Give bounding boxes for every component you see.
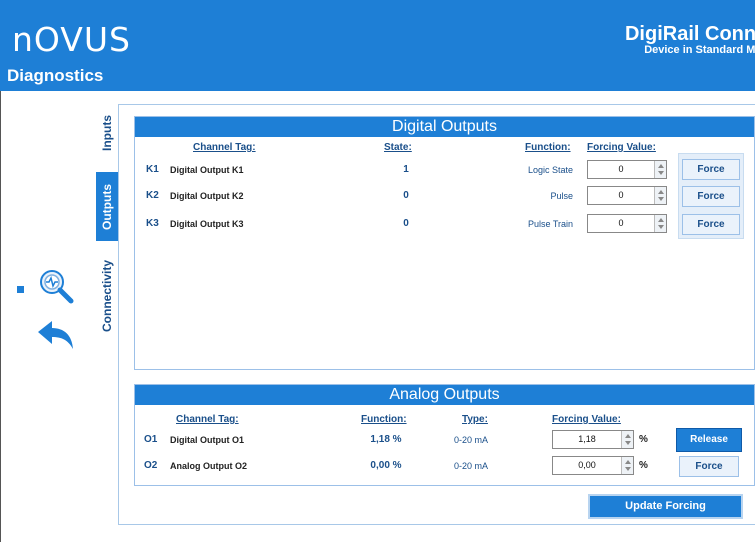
- channel-id: K3: [146, 218, 159, 229]
- header-function: Function:: [361, 414, 407, 425]
- channel-tag: Digital Output K2: [170, 191, 244, 201]
- analog-outputs-title: Analog Outputs: [135, 385, 754, 405]
- function-value: Pulse: [550, 191, 573, 201]
- forcing-value-spinner[interactable]: 1,18: [552, 430, 634, 449]
- back-arrow-icon[interactable]: [36, 319, 76, 351]
- page-title: Diagnostics: [7, 66, 104, 85]
- novus-logo: nOVUS: [12, 20, 131, 59]
- tab-outputs-label: Outputs: [100, 183, 114, 230]
- header-state: State:: [384, 142, 412, 153]
- channel-id: O2: [144, 460, 158, 471]
- type-value: 0-20 mA: [453, 435, 488, 445]
- state-value: 0: [403, 218, 409, 229]
- spinner-arrows-icon[interactable]: [654, 187, 666, 204]
- channel-tag: Digital Output K1: [170, 165, 244, 175]
- digital-outputs-group: Digital Outputs: [134, 116, 755, 370]
- function-value: Logic State: [527, 165, 573, 175]
- header-forcing-value: Forcing Value:: [552, 414, 621, 425]
- forcing-value[interactable]: 0: [588, 161, 654, 178]
- spinner-arrows-icon[interactable]: [621, 431, 633, 448]
- digital-outputs-title: Digital Outputs: [135, 117, 754, 137]
- forcing-value-spinner[interactable]: 0: [587, 160, 667, 179]
- spinner-arrows-icon[interactable]: [654, 215, 666, 232]
- forcing-value[interactable]: 0,00: [553, 457, 621, 474]
- tab-connectivity[interactable]: Connectivity: [96, 250, 118, 342]
- channel-id: K2: [146, 190, 159, 201]
- force-button-k2[interactable]: Force: [682, 186, 740, 207]
- channel-tag: Digital Output K3: [170, 219, 244, 229]
- forcing-value-spinner[interactable]: 0: [587, 186, 667, 205]
- type-value: 0-20 mA: [453, 461, 488, 471]
- left-border: [0, 91, 1, 542]
- header-forcing-value: Forcing Value:: [587, 142, 656, 153]
- release-button-o1[interactable]: Release: [676, 428, 742, 452]
- tab-inputs-label: Inputs: [100, 115, 114, 151]
- function-value: Pulse Train: [527, 219, 573, 229]
- force-button-o2[interactable]: Force: [679, 456, 739, 477]
- channel-tag: Digital Output O1: [170, 435, 244, 445]
- forcing-value[interactable]: 0: [588, 215, 654, 232]
- tab-inputs[interactable]: Inputs: [96, 108, 118, 158]
- unit-label: %: [639, 460, 648, 471]
- forcing-value-spinner[interactable]: 0,00: [552, 456, 634, 475]
- app-subtitle: Device in Standard Mode: [644, 44, 755, 56]
- header-channel-tag: Channel Tag:: [193, 142, 256, 153]
- function-value: 1,18 %: [370, 434, 402, 445]
- app-title: DigiRail Connect: [624, 23, 755, 45]
- force-button-k3[interactable]: Force: [682, 214, 740, 235]
- forcing-value[interactable]: 1,18: [553, 431, 621, 448]
- magnifier-pulse-icon[interactable]: [37, 268, 77, 304]
- channel-id: K1: [146, 164, 159, 175]
- state-value: 1: [403, 164, 409, 175]
- function-value: 0,00 %: [370, 460, 402, 471]
- force-button-k1[interactable]: Force: [682, 159, 740, 180]
- header-channel-tag: Channel Tag:: [176, 414, 239, 425]
- update-forcing-button[interactable]: Update Forcing: [588, 494, 743, 519]
- header-type: Type:: [462, 414, 488, 425]
- state-value: 0: [403, 190, 409, 201]
- spinner-arrows-icon[interactable]: [621, 457, 633, 474]
- tab-connectivity-label: Connectivity: [100, 259, 114, 333]
- channel-id: O1: [144, 434, 158, 445]
- selection-indicator: [17, 286, 24, 293]
- header-function: Function:: [525, 142, 571, 153]
- app-header: nOVUS Diagnostics DigiRail Connect Devic…: [0, 0, 755, 91]
- tab-outputs[interactable]: Outputs: [96, 172, 118, 241]
- forcing-value[interactable]: 0: [588, 187, 654, 204]
- forcing-value-spinner[interactable]: 0: [587, 214, 667, 233]
- spinner-arrows-icon[interactable]: [654, 161, 666, 178]
- unit-label: %: [639, 434, 648, 445]
- channel-tag: Analog Output O2: [170, 461, 247, 471]
